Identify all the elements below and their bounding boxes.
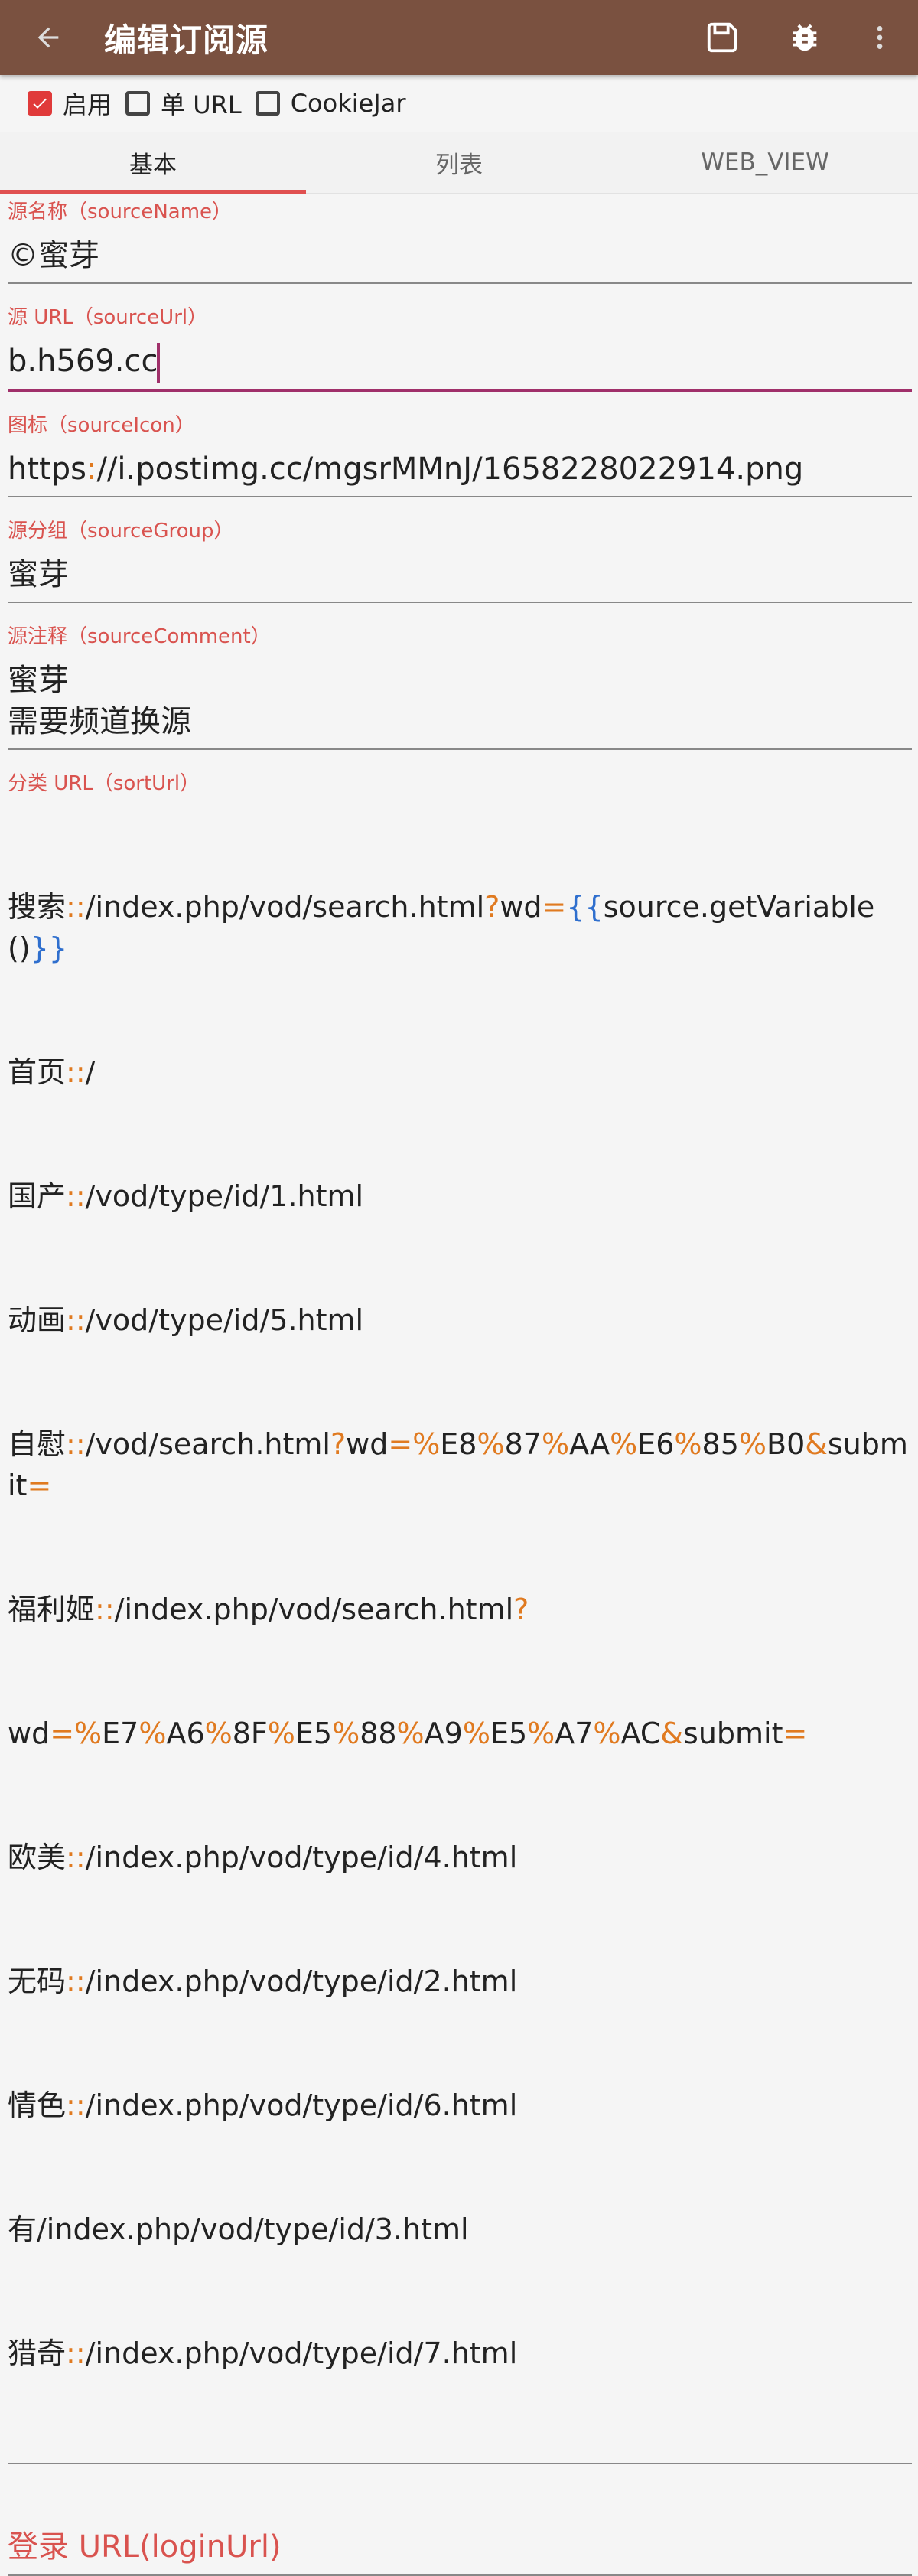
sort-url-line: 自慰::/vod/search.html?wd=%E8%87%AA%E6%85%… (8, 1427, 908, 1502)
arrow-left-icon (37, 27, 59, 48)
cookiejar-checkbox[interactable]: CookieJar (255, 89, 406, 118)
cookiejar-label: CookieJar (290, 89, 406, 118)
field-label: 源分组（sourceGroup） (8, 520, 234, 543)
field-label: 源 URL（sourceUrl） (8, 306, 208, 329)
enable-label: 启用 (63, 90, 112, 119)
checkbox-box[interactable] (255, 91, 280, 116)
login-url-placeholder: 登录 URL(loginUrl) (8, 2529, 282, 2565)
save-button[interactable] (695, 10, 750, 65)
options-row: 启用 单 URL CookieJar (0, 75, 918, 132)
sort-url-input[interactable]: 搜索::/index.php/vod/search.html?wd={{sour… (8, 797, 912, 2463)
app-bar: 编辑订阅源 (0, 0, 918, 75)
tab-web-view[interactable]: WEB_VIEW (612, 132, 918, 193)
sort-url-line: 欧美::/index.php/vod/type/id/4.html (8, 1841, 518, 1874)
source-comment-input[interactable]: 蜜芽 需要频道换源 (8, 651, 912, 748)
login-url-field[interactable]: 登录 URL(loginUrl) (8, 2480, 912, 2576)
tab-basic[interactable]: 基本 (0, 132, 306, 194)
text-cursor (156, 343, 160, 383)
field-label: 源名称（sourceName） (8, 201, 233, 223)
source-icon-input[interactable]: https://i.postimg.cc/mgsrMMnJ/1658228022… (8, 439, 912, 496)
sort-url-line: 国产::/vod/type/id/1.html (8, 1179, 364, 1213)
source-group-input[interactable]: 蜜芽 (8, 545, 912, 602)
sort-url-line: 有/index.php/vod/type/id/3.html (8, 2212, 469, 2246)
source-group-field[interactable]: 源分组（sourceGroup） 蜜芽 (8, 513, 912, 603)
sort-url-line: 无码::/index.php/vod/type/id/2.html (8, 1965, 518, 1998)
source-comment-field[interactable]: 源注释（sourceComment） 蜜芽 需要频道换源 (8, 618, 912, 750)
field-underline (8, 602, 912, 603)
source-url-value: b.h569.cc (8, 344, 158, 379)
sort-url-line: 首页::/ (8, 1055, 96, 1089)
sort-url-line: 动画::/vod/type/id/5.html (8, 1303, 364, 1337)
checkbox-box[interactable] (125, 91, 151, 116)
more-vert-icon (877, 26, 883, 49)
page-title: 编辑订阅源 (104, 21, 269, 59)
sort-url-line: 福利姬::/index.php/vod/search.html? (8, 1593, 529, 1626)
toolbar-actions (695, 10, 918, 65)
sort-url-field[interactable]: 分类 URL（sortUrl） 搜索::/index.php/vod/searc… (8, 765, 912, 2464)
single-url-label: 单 URL (161, 90, 242, 119)
form-content: 源名称（sourceName） ©蜜芽 源 URL（sourceUrl） b.h… (0, 194, 918, 2576)
debug-button[interactable] (777, 10, 832, 65)
field-underline (8, 2463, 912, 2464)
sort-url-line: wd=%E7%A6%8F%E5%88%A9%E5%A7%AC&submit= (8, 1717, 808, 1750)
save-icon (707, 22, 737, 53)
field-underline (8, 748, 912, 750)
tab-list[interactable]: 列表 (306, 132, 612, 193)
tab-bar: 基本 列表 WEB_VIEW (0, 132, 918, 194)
source-url-input[interactable]: b.h569.cc (8, 331, 912, 389)
field-underline (8, 496, 912, 497)
source-icon-field[interactable]: 图标（sourceIcon） https://i.postimg.cc/mgsr… (8, 407, 912, 497)
source-url-field[interactable]: 源 URL（sourceUrl） b.h569.cc (8, 299, 912, 392)
field-underline (8, 282, 912, 284)
check-icon (33, 98, 47, 109)
field-label: 分类 URL（sortUrl） (8, 772, 200, 795)
field-underline (8, 389, 912, 392)
sort-url-line: 情色::/index.php/vod/type/id/6.html (8, 2089, 518, 2122)
checkbox-box[interactable] (28, 91, 52, 116)
source-name-field[interactable]: 源名称（sourceName） ©蜜芽 (8, 194, 912, 284)
field-label: 图标（sourceIcon） (8, 414, 195, 437)
source-name-input[interactable]: ©蜜芽 (8, 226, 912, 282)
enable-checkbox[interactable]: 启用 (28, 86, 112, 121)
bug-icon (793, 24, 817, 51)
sort-url-line: 猎奇::/index.php/vod/type/id/7.html (8, 2336, 518, 2370)
sort-url-line: 搜索::/index.php/vod/search.html?wd={{sour… (8, 890, 875, 965)
field-label: 源注释（sourceComment） (8, 625, 271, 648)
back-button[interactable] (26, 15, 70, 60)
single-url-checkbox[interactable]: 单 URL (125, 86, 242, 121)
more-button[interactable] (852, 10, 907, 65)
